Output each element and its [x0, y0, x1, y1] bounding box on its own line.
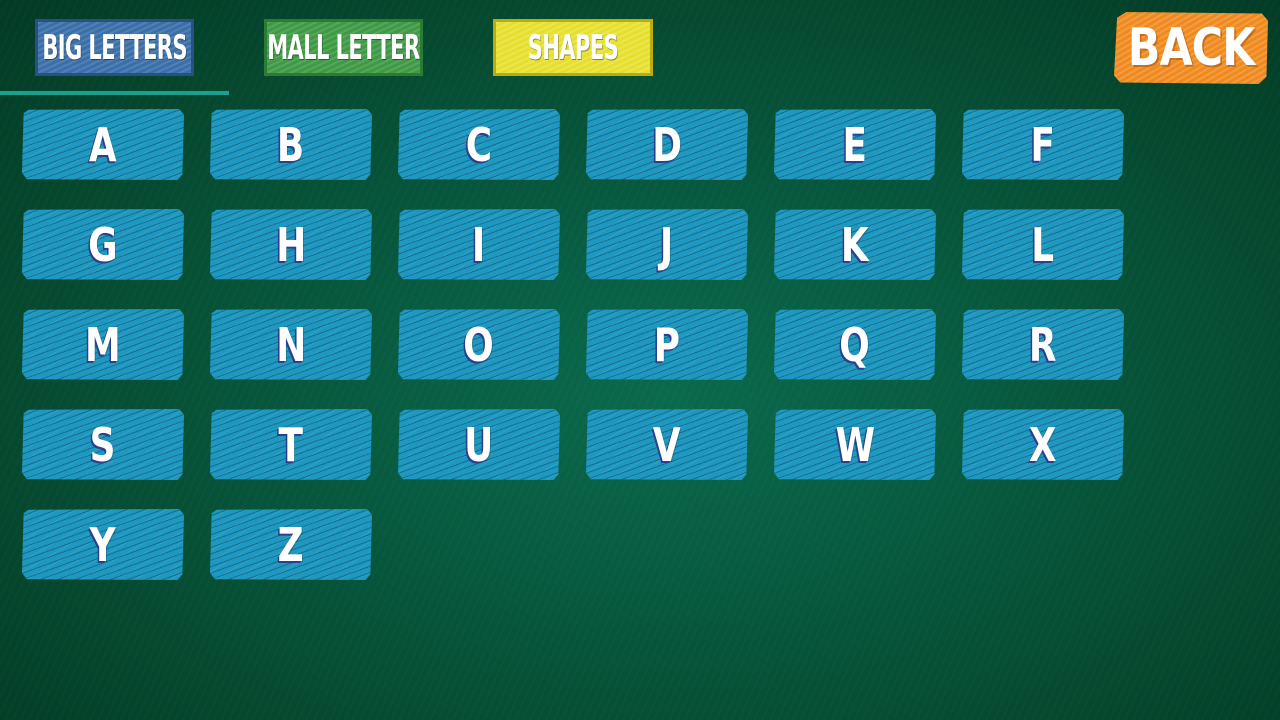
letter-tile-s[interactable]: S	[22, 409, 184, 480]
letter-label: O	[463, 317, 495, 372]
letter-tile-l[interactable]: L	[962, 209, 1124, 280]
letter-tile-r[interactable]: R	[962, 309, 1124, 380]
letter-label: B	[277, 117, 305, 172]
tab-shapes-label: SHAPES	[527, 27, 619, 68]
letter-tile-d[interactable]: D	[586, 109, 748, 180]
letter-label: U	[464, 417, 494, 472]
letter-label: Z	[277, 517, 305, 572]
letter-label: M	[85, 317, 121, 372]
letter-label: L	[1031, 217, 1055, 272]
letter-tile-q[interactable]: Q	[774, 309, 936, 380]
letter-tile-t[interactable]: T	[210, 409, 372, 480]
letter-label: G	[88, 217, 118, 272]
letter-tile-m[interactable]: M	[22, 309, 184, 380]
letter-label: I	[472, 217, 486, 272]
letter-label: H	[275, 217, 307, 272]
letter-tile-a[interactable]: A	[22, 109, 184, 180]
tab-small-letters-label: SMALL LETTERS	[267, 27, 420, 68]
letter-tile-o[interactable]: O	[398, 309, 560, 380]
letter-label: S	[90, 417, 116, 472]
letter-label: A	[89, 117, 117, 172]
active-tab-indicator	[0, 91, 229, 95]
letter-tile-x[interactable]: X	[962, 409, 1124, 480]
letter-tile-u[interactable]: U	[398, 409, 560, 480]
letter-tile-y[interactable]: Y	[22, 509, 184, 580]
letter-label: E	[842, 117, 868, 172]
letter-label: V	[653, 417, 681, 472]
letter-label: R	[1029, 317, 1057, 372]
letter-tile-w[interactable]: W	[774, 409, 936, 480]
back-button[interactable]: BACK	[1114, 12, 1268, 84]
letter-tile-h[interactable]: H	[210, 209, 372, 280]
letter-label: X	[1029, 417, 1057, 472]
letter-tile-c[interactable]: C	[398, 109, 560, 180]
letter-label: D	[652, 117, 682, 172]
letter-tile-k[interactable]: K	[774, 209, 936, 280]
letter-label: C	[465, 117, 493, 172]
letter-label: T	[278, 417, 304, 472]
letter-tile-j[interactable]: J	[586, 209, 748, 280]
letter-label: N	[275, 317, 307, 372]
letter-tile-b[interactable]: B	[210, 109, 372, 180]
back-button-label: BACK	[1127, 18, 1255, 78]
letter-label: Y	[90, 517, 116, 572]
letter-tile-f[interactable]: F	[962, 109, 1124, 180]
letter-tile-i[interactable]: I	[398, 209, 560, 280]
letter-label: J	[660, 217, 674, 272]
tab-small-letters[interactable]: SMALL LETTERS	[264, 19, 423, 76]
letter-tile-n[interactable]: N	[210, 309, 372, 380]
letter-label: Q	[839, 317, 871, 372]
letter-tile-z[interactable]: Z	[210, 509, 372, 580]
letter-tile-p[interactable]: P	[586, 309, 748, 380]
letter-tile-g[interactable]: G	[22, 209, 184, 280]
tab-shapes[interactable]: SHAPES	[493, 19, 653, 76]
tab-big-letters[interactable]: BIG LETTERS	[35, 19, 194, 76]
letter-tile-e[interactable]: E	[774, 109, 936, 180]
letter-grid: A B C D E F G H I J K L M N O P Q R S T U V W X Y Z	[22, 109, 1126, 581]
letter-label: P	[653, 317, 681, 372]
letter-label: K	[841, 217, 869, 272]
letter-tile-v[interactable]: V	[586, 409, 748, 480]
letter-label: W	[835, 417, 875, 472]
letter-label: F	[1030, 117, 1056, 172]
tab-big-letters-label: BIG LETTERS	[42, 27, 187, 68]
